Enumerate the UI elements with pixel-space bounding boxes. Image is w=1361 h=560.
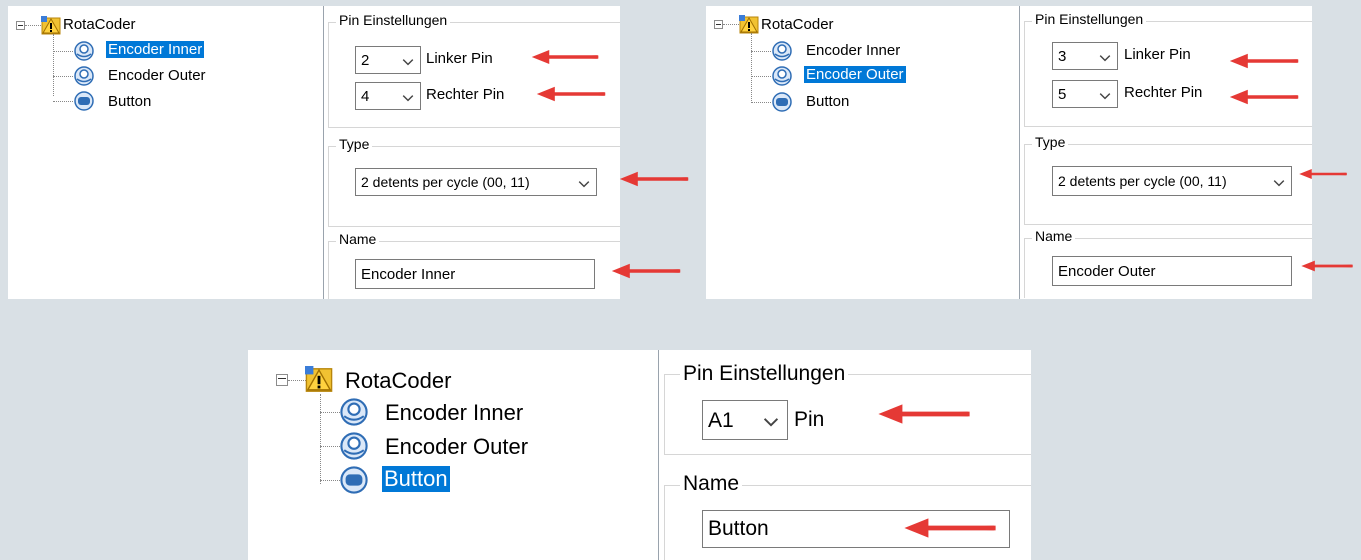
left-pin-select[interactable]: 2 bbox=[355, 46, 421, 74]
left-pin-label: Linker Pin bbox=[1124, 46, 1191, 63]
pin-select[interactable]: A1 bbox=[702, 400, 788, 440]
encoder-icon bbox=[74, 66, 94, 86]
group-title-pin: Pin Einstellungen bbox=[680, 362, 849, 386]
group-title-name: Name bbox=[680, 472, 743, 496]
right-pin-label: Rechter Pin bbox=[426, 86, 505, 103]
tree-item-button[interactable]: Button bbox=[108, 93, 151, 110]
tree-view[interactable]: RotaCoder Encoder Inner Encoder Outer Bu… bbox=[248, 350, 659, 560]
right-pin-select[interactable]: 4 bbox=[355, 82, 421, 110]
tree-root-label[interactable]: RotaCoder bbox=[63, 16, 136, 33]
tree-item-button[interactable]: Button bbox=[806, 93, 849, 110]
right-pin-label: Rechter Pin bbox=[1124, 84, 1203, 101]
name-arrow bbox=[1300, 258, 1354, 274]
button-icon bbox=[340, 466, 368, 494]
button-icon bbox=[772, 92, 792, 112]
pin-label: Pin bbox=[794, 408, 825, 431]
type-value: 2 detents per cycle (00, 11) bbox=[361, 174, 530, 190]
chevron-down-icon bbox=[1273, 179, 1285, 187]
left-pin-value: 3 bbox=[1058, 48, 1067, 65]
group-title-type: Type bbox=[1032, 134, 1069, 150]
tree-item-encoder-inner[interactable]: Encoder Inner bbox=[106, 41, 205, 58]
left-pin-select[interactable]: 3 bbox=[1052, 42, 1118, 70]
name-value: Encoder Outer bbox=[1058, 263, 1156, 280]
group-title-name: Name bbox=[336, 231, 380, 247]
tree-item-encoder-outer[interactable]: Encoder Outer bbox=[385, 434, 528, 460]
right-pin-arrow bbox=[1228, 88, 1300, 106]
warning-icon bbox=[41, 16, 61, 36]
group-title-type: Type bbox=[336, 136, 373, 152]
warning-icon bbox=[739, 15, 759, 35]
right-pin-arrow bbox=[535, 85, 607, 103]
tree-item-button[interactable]: Button bbox=[382, 466, 450, 492]
pin-value: A1 bbox=[708, 409, 734, 432]
encoder-icon bbox=[772, 66, 792, 86]
warning-icon bbox=[305, 366, 333, 394]
button-icon bbox=[74, 91, 94, 111]
tree-root-label[interactable]: RotaCoder bbox=[761, 16, 834, 33]
type-arrow bbox=[1298, 166, 1348, 182]
type-value: 2 detents per cycle (00, 11) bbox=[1058, 173, 1227, 189]
encoder-icon bbox=[772, 41, 792, 61]
type-select[interactable]: 2 detents per cycle (00, 11) bbox=[355, 168, 597, 196]
name-arrow bbox=[902, 516, 998, 540]
chevron-down-icon bbox=[763, 417, 779, 427]
tree-view[interactable]: RotaCoder Encoder Inner Encoder Outer Bu… bbox=[706, 6, 1020, 299]
encoder-icon bbox=[340, 432, 368, 460]
tree-view[interactable]: RotaCoder Encoder Inner Encoder Outer Bu… bbox=[8, 6, 324, 299]
tree-root-label[interactable]: RotaCoder bbox=[345, 368, 451, 394]
type-select[interactable]: 2 detents per cycle (00, 11) bbox=[1052, 166, 1292, 196]
name-value: Button bbox=[708, 517, 769, 540]
encoder-icon bbox=[340, 398, 368, 426]
name-input[interactable]: Encoder Outer bbox=[1052, 256, 1292, 286]
right-pin-value: 5 bbox=[1058, 86, 1067, 103]
name-value: Encoder Inner bbox=[361, 266, 456, 283]
tree-item-encoder-inner[interactable]: Encoder Inner bbox=[806, 42, 900, 59]
chevron-down-icon bbox=[402, 94, 414, 102]
group-title-name: Name bbox=[1032, 228, 1076, 244]
collapse-toggle[interactable] bbox=[714, 20, 723, 29]
left-pin-label: Linker Pin bbox=[426, 50, 493, 67]
group-title-pin: Pin Einstellungen bbox=[1032, 11, 1147, 27]
chevron-down-icon bbox=[402, 58, 414, 66]
collapse-toggle[interactable] bbox=[16, 21, 25, 30]
chevron-down-icon bbox=[1099, 92, 1111, 100]
tree-item-encoder-inner[interactable]: Encoder Inner bbox=[385, 400, 523, 426]
chevron-down-icon bbox=[1099, 54, 1111, 62]
tree-item-encoder-outer[interactable]: Encoder Outer bbox=[804, 66, 906, 83]
chevron-down-icon bbox=[578, 180, 590, 188]
tree-item-encoder-outer[interactable]: Encoder Outer bbox=[108, 67, 206, 84]
right-pin-select[interactable]: 5 bbox=[1052, 80, 1118, 108]
left-pin-value: 2 bbox=[361, 52, 370, 69]
left-pin-arrow bbox=[1228, 52, 1300, 70]
collapse-toggle[interactable] bbox=[276, 374, 288, 386]
screen-encoder-inner: RotaCoder Encoder Inner Encoder Outer Bu… bbox=[8, 6, 620, 299]
encoder-icon bbox=[74, 41, 94, 61]
left-pin-arrow bbox=[530, 48, 600, 66]
screen-encoder-outer: RotaCoder Encoder Inner Encoder Outer Bu… bbox=[706, 6, 1312, 299]
type-arrow bbox=[618, 170, 690, 188]
name-input[interactable]: Encoder Inner bbox=[355, 259, 595, 289]
screen-button: RotaCoder Encoder Inner Encoder Outer Bu… bbox=[248, 350, 1031, 560]
pin-arrow bbox=[876, 402, 972, 426]
group-title-pin: Pin Einstellungen bbox=[336, 12, 451, 28]
right-pin-value: 4 bbox=[361, 88, 370, 105]
name-arrow bbox=[610, 262, 682, 280]
